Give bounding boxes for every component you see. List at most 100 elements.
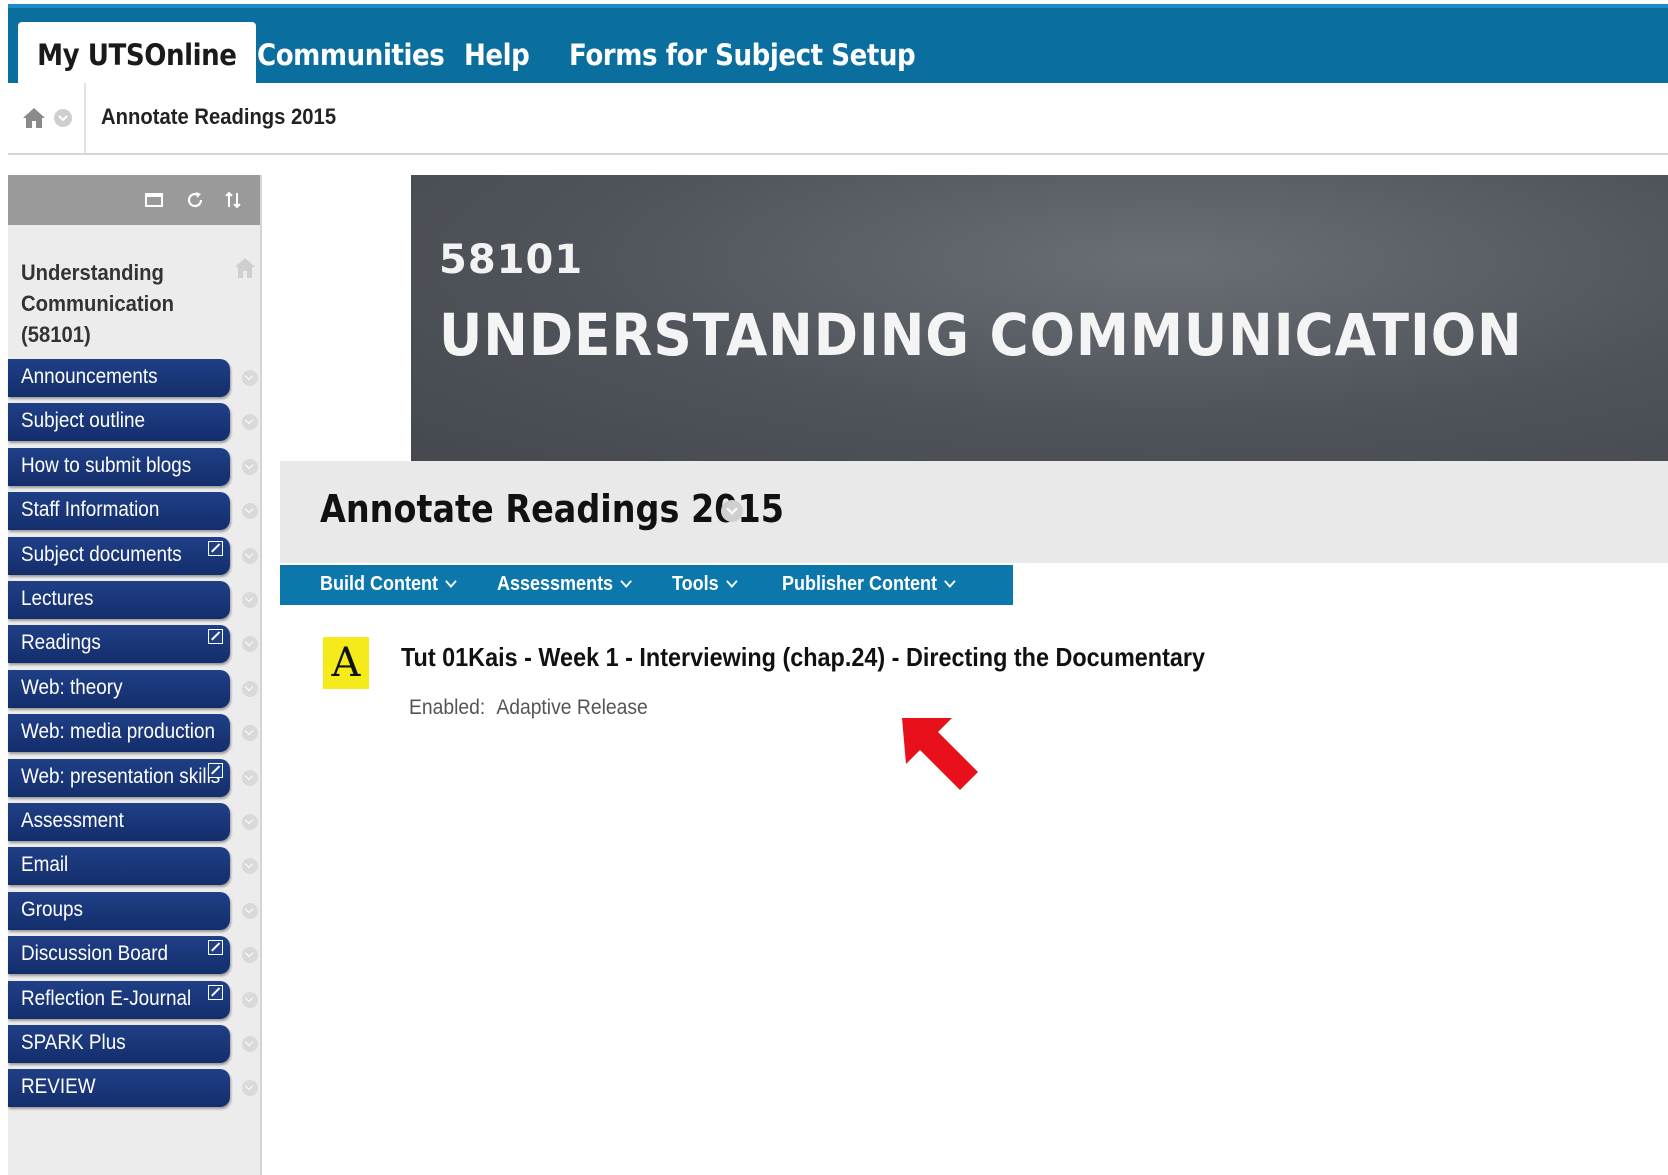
adaptive-release-link[interactable]: Adaptive Release [496, 696, 647, 719]
chevron-down-icon [620, 575, 632, 588]
sidebar-item-label: Announcements [21, 365, 158, 388]
course-title-line: Understanding [21, 260, 164, 285]
sidebar-item-label: Assessment [21, 809, 124, 832]
course-title[interactable]: Understanding Communication (58101) [21, 257, 205, 350]
sidebar-item[interactable]: Subject documents [8, 537, 230, 575]
sidebar-item-label: Email [21, 853, 69, 876]
content-item-title[interactable]: Tut 01Kais - Week 1 - Interviewing (chap… [401, 642, 1205, 673]
sidebar-item-label: REVIEW [21, 1075, 96, 1098]
sidebar-item-label: Subject documents [21, 543, 182, 566]
course-home-icon[interactable] [234, 257, 256, 279]
annotation-item-icon: A [323, 637, 369, 689]
hidden-from-students-icon [208, 541, 223, 556]
chevron-down-icon[interactable] [242, 636, 258, 652]
sidebar-item-label: Reflection E-Journal [21, 987, 192, 1010]
page-title: Annotate Readings 2015 [320, 487, 785, 531]
chevron-down-icon[interactable] [242, 503, 258, 519]
chevron-down-icon[interactable] [242, 947, 258, 963]
open-in-window-icon[interactable] [144, 189, 166, 211]
reorder-icon[interactable] [222, 189, 244, 211]
content-item-status: Enabled: Adaptive Release [409, 696, 648, 720]
home-icon[interactable] [22, 107, 46, 129]
sidebar-item[interactable]: Readings [8, 625, 230, 663]
publisher-content-menu[interactable]: Publisher Content [782, 573, 956, 596]
hidden-from-students-icon [208, 940, 223, 955]
chevron-down-icon[interactable] [242, 858, 258, 874]
sidebar-item-label: Web: presentation skills [21, 765, 221, 788]
chevron-down-icon[interactable] [242, 1080, 258, 1096]
tab-my-utsonline[interactable]: My UTSOnline [18, 22, 256, 87]
banner-course-code: 58101 [439, 237, 584, 283]
sidebar-item[interactable]: Discussion Board [8, 936, 230, 974]
tab-help[interactable]: Help [464, 22, 530, 87]
red-arrow-icon [902, 718, 978, 790]
hidden-from-students-icon [208, 985, 223, 1000]
sidebar-item[interactable]: Groups [8, 892, 230, 930]
sidebar-item[interactable]: SPARK Plus [8, 1025, 230, 1063]
sidebar-item[interactable]: Reflection E-Journal [8, 981, 230, 1019]
chevron-down-icon [445, 575, 457, 588]
sidebar-item[interactable]: Web: presentation skills [8, 759, 230, 797]
sidebar-item[interactable]: Announcements [8, 359, 230, 397]
chevron-down-icon[interactable] [242, 814, 258, 830]
course-menu: Understanding Communication (58101) Anno… [8, 175, 262, 1175]
sidebar-item-label: Web: theory [21, 676, 123, 699]
sidebar-item-label: Groups [21, 898, 83, 921]
sidebar-item-label: Staff Information [21, 498, 160, 521]
tools-label: Tools [672, 573, 719, 595]
tab-communities[interactable]: Communities [257, 22, 445, 87]
course-banner: 58101 UNDERSTANDING COMMUNICATION [411, 175, 1668, 461]
chevron-down-icon[interactable] [242, 681, 258, 697]
banner-course-title: UNDERSTANDING COMMUNICATION [439, 301, 1523, 369]
top-navigation-bar: My UTSOnline Communities Help Forms for … [8, 4, 1668, 87]
sidebar-item[interactable]: REVIEW [8, 1069, 230, 1107]
chevron-down-icon[interactable] [242, 1036, 258, 1052]
tab-my-utsonline-label: My UTSOnline [37, 38, 237, 72]
sidebar-item[interactable]: Web: theory [8, 670, 230, 708]
sidebar-item-label: Readings [21, 631, 101, 654]
tab-forms-for-subject-setup[interactable]: Forms for Subject Setup [569, 22, 916, 87]
course-title-line: (58101) [21, 322, 91, 347]
action-bar: Build Content Assessments Tools Publishe… [280, 565, 1013, 605]
breadcrumb-divider [84, 83, 86, 153]
chevron-down-icon[interactable] [242, 992, 258, 1008]
assessments-menu[interactable]: Assessments [497, 573, 632, 596]
chevron-down-icon[interactable] [53, 108, 73, 128]
chevron-down-icon[interactable] [242, 903, 258, 919]
chevron-down-icon [725, 575, 738, 588]
chevron-down-icon [944, 575, 956, 588]
sidebar-item-label: Lectures [21, 587, 94, 610]
course-title-line: Communication [21, 291, 174, 316]
chevron-down-icon[interactable] [242, 548, 258, 564]
chevron-down-icon[interactable] [242, 459, 258, 475]
course-menu-toolbar [8, 175, 260, 225]
chevron-down-icon[interactable] [242, 370, 258, 386]
sidebar-item[interactable]: Web: media production [8, 714, 230, 752]
sidebar-item-label: How to submit blogs [21, 454, 192, 477]
sidebar-item[interactable]: Staff Information [8, 492, 230, 530]
sidebar-item[interactable]: Lectures [8, 581, 230, 619]
build-content-menu[interactable]: Build Content [320, 573, 457, 596]
hidden-from-students-icon [208, 763, 223, 778]
breadcrumb: Annotate Readings 2015 [8, 83, 1668, 155]
sidebar-item[interactable]: Assessment [8, 803, 230, 841]
status-label: Enabled: [409, 696, 486, 719]
chevron-down-icon[interactable] [242, 414, 258, 430]
chevron-down-icon[interactable] [242, 770, 258, 786]
chevron-down-icon[interactable] [242, 592, 258, 608]
sidebar-item-label: SPARK Plus [21, 1031, 126, 1054]
sidebar-item[interactable]: How to submit blogs [8, 448, 230, 486]
sidebar-item-label: Web: media production [21, 720, 216, 743]
tools-menu[interactable]: Tools [672, 573, 738, 596]
publisher-content-label: Publisher Content [782, 573, 938, 595]
refresh-icon[interactable] [184, 189, 206, 211]
build-content-label: Build Content [320, 573, 438, 595]
chevron-down-icon[interactable] [242, 725, 258, 741]
breadcrumb-current: Annotate Readings 2015 [101, 104, 337, 129]
sidebar-item-label: Discussion Board [21, 942, 169, 965]
sidebar-item[interactable]: Email [8, 847, 230, 885]
chevron-down-icon[interactable] [721, 500, 743, 522]
sidebar-item[interactable]: Subject outline [8, 403, 230, 441]
assessments-label: Assessments [497, 573, 614, 595]
hidden-from-students-icon [208, 629, 223, 644]
